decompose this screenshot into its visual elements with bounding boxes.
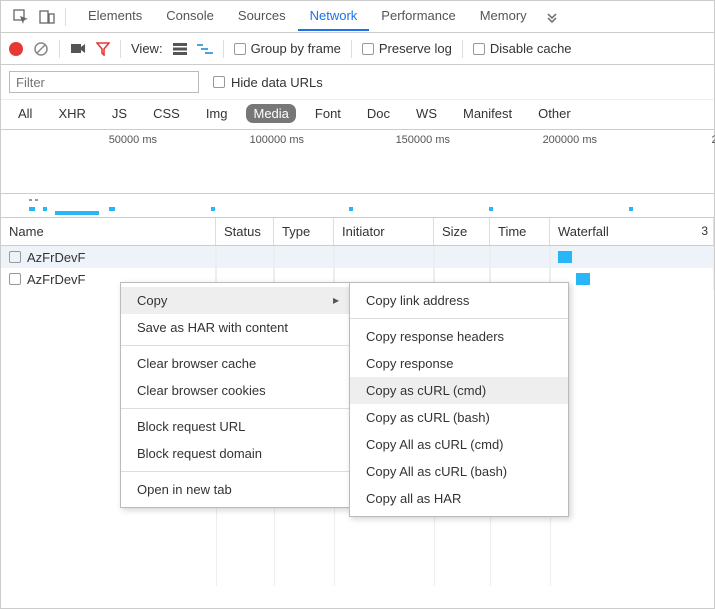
timeline-tick: 50000 ms	[109, 134, 157, 146]
tab-network[interactable]: Network	[298, 2, 370, 31]
menu-copy[interactable]: Copy	[121, 287, 349, 314]
tab-memory[interactable]: Memory	[468, 2, 539, 31]
submenu-copy-all-curl-cmd[interactable]: Copy All as cURL (cmd)	[350, 431, 568, 458]
col-status[interactable]: Status	[216, 218, 274, 245]
col-size[interactable]: Size	[434, 218, 490, 245]
submenu-copy-all-curl-bash[interactable]: Copy All as cURL (bash)	[350, 458, 568, 485]
submenu-copy-resp-headers[interactable]: Copy response headers	[350, 323, 568, 350]
type-manifest[interactable]: Manifest	[456, 104, 519, 123]
timeline-tick: 200000 ms	[543, 134, 597, 146]
copy-submenu: Copy link address Copy response headers …	[349, 282, 569, 517]
menu-block-url[interactable]: Block request URL	[121, 413, 349, 440]
type-doc[interactable]: Doc	[360, 104, 397, 123]
context-menu: Copy Save as HAR with content Clear brow…	[120, 282, 350, 508]
menu-clear-cache[interactable]: Clear browser cache	[121, 350, 349, 377]
filter-input[interactable]	[9, 71, 199, 93]
chk-disable-cache[interactable]: Disable cache	[473, 41, 572, 56]
devtools-tabs: Elements Console Sources Network Perform…	[76, 2, 539, 31]
type-font[interactable]: Font	[308, 104, 348, 123]
camera-icon[interactable]	[70, 42, 86, 56]
type-filter-row: All XHR JS CSS Img Media Font Doc WS Man…	[1, 100, 714, 130]
tab-elements[interactable]: Elements	[76, 2, 154, 31]
chk-hide-data-urls[interactable]: Hide data URLs	[213, 75, 323, 90]
submenu-copy-link[interactable]: Copy link address	[350, 287, 568, 314]
waterfall-edge-label: 3	[701, 224, 708, 238]
chk-preserve-log[interactable]: Preserve log	[362, 41, 452, 56]
timeline-tick: 150000 ms	[396, 134, 450, 146]
submenu-copy-curl-cmd[interactable]: Copy as cURL (cmd)	[350, 377, 568, 404]
timeline-spacer	[1, 194, 714, 218]
row-name: AzFrDevF	[27, 250, 86, 265]
menu-save-har[interactable]: Save as HAR with content	[121, 314, 349, 341]
col-initiator[interactable]: Initiator	[334, 218, 434, 245]
type-xhr[interactable]: XHR	[51, 104, 92, 123]
menu-block-domain[interactable]: Block request domain	[121, 440, 349, 467]
view-label: View:	[131, 41, 163, 56]
filter-funnel-icon[interactable]	[96, 42, 110, 56]
timeline-tick: 2500	[712, 134, 715, 146]
view-large-icon[interactable]	[173, 43, 187, 55]
type-media[interactable]: Media	[246, 104, 295, 123]
network-table-header: Name Status Type Initiator Size Time Wat…	[1, 218, 714, 246]
type-ws[interactable]: WS	[409, 104, 444, 123]
device-toolbar-icon[interactable]	[35, 5, 59, 29]
type-css[interactable]: CSS	[146, 104, 187, 123]
type-other[interactable]: Other	[531, 104, 578, 123]
menu-open-new-tab[interactable]: Open in new tab	[121, 476, 349, 503]
tab-console[interactable]: Console	[154, 2, 226, 31]
inspect-element-icon[interactable]	[9, 5, 33, 29]
submenu-copy-response[interactable]: Copy response	[350, 350, 568, 377]
type-all[interactable]: All	[11, 104, 39, 123]
chk-group-by-frame[interactable]: Group by frame	[234, 41, 341, 56]
tab-performance[interactable]: Performance	[369, 2, 467, 31]
col-type[interactable]: Type	[274, 218, 334, 245]
row-name: AzFrDevF	[27, 272, 86, 287]
filter-row: Hide data URLs	[1, 65, 714, 100]
col-waterfall[interactable]: Waterfall	[550, 218, 714, 245]
row-checkbox[interactable]	[9, 273, 21, 285]
submenu-copy-curl-bash[interactable]: Copy as cURL (bash)	[350, 404, 568, 431]
col-name[interactable]: Name	[1, 218, 216, 245]
timeline-overview[interactable]: 50000 ms 100000 ms 150000 ms 200000 ms 2…	[1, 130, 714, 194]
waterfall-bar	[576, 273, 590, 285]
timeline-tick: 100000 ms	[250, 134, 304, 146]
view-waterfall-icon[interactable]	[197, 43, 213, 55]
devtools-tab-bar: Elements Console Sources Network Perform…	[1, 1, 714, 33]
row-checkbox[interactable]	[9, 251, 21, 263]
type-img[interactable]: Img	[199, 104, 235, 123]
type-js[interactable]: JS	[105, 104, 134, 123]
table-row[interactable]: AzFrDevF	[1, 246, 714, 268]
col-time[interactable]: Time	[490, 218, 550, 245]
network-toolbar: View: Group by frame Preserve log Disabl…	[1, 33, 714, 65]
menu-clear-cookies[interactable]: Clear browser cookies	[121, 377, 349, 404]
tab-sources[interactable]: Sources	[226, 2, 298, 31]
submenu-copy-all-har[interactable]: Copy all as HAR	[350, 485, 568, 512]
more-tabs-icon[interactable]	[545, 10, 559, 24]
record-icon[interactable]	[9, 42, 23, 56]
clear-icon[interactable]	[33, 41, 49, 57]
waterfall-bar	[558, 251, 572, 263]
